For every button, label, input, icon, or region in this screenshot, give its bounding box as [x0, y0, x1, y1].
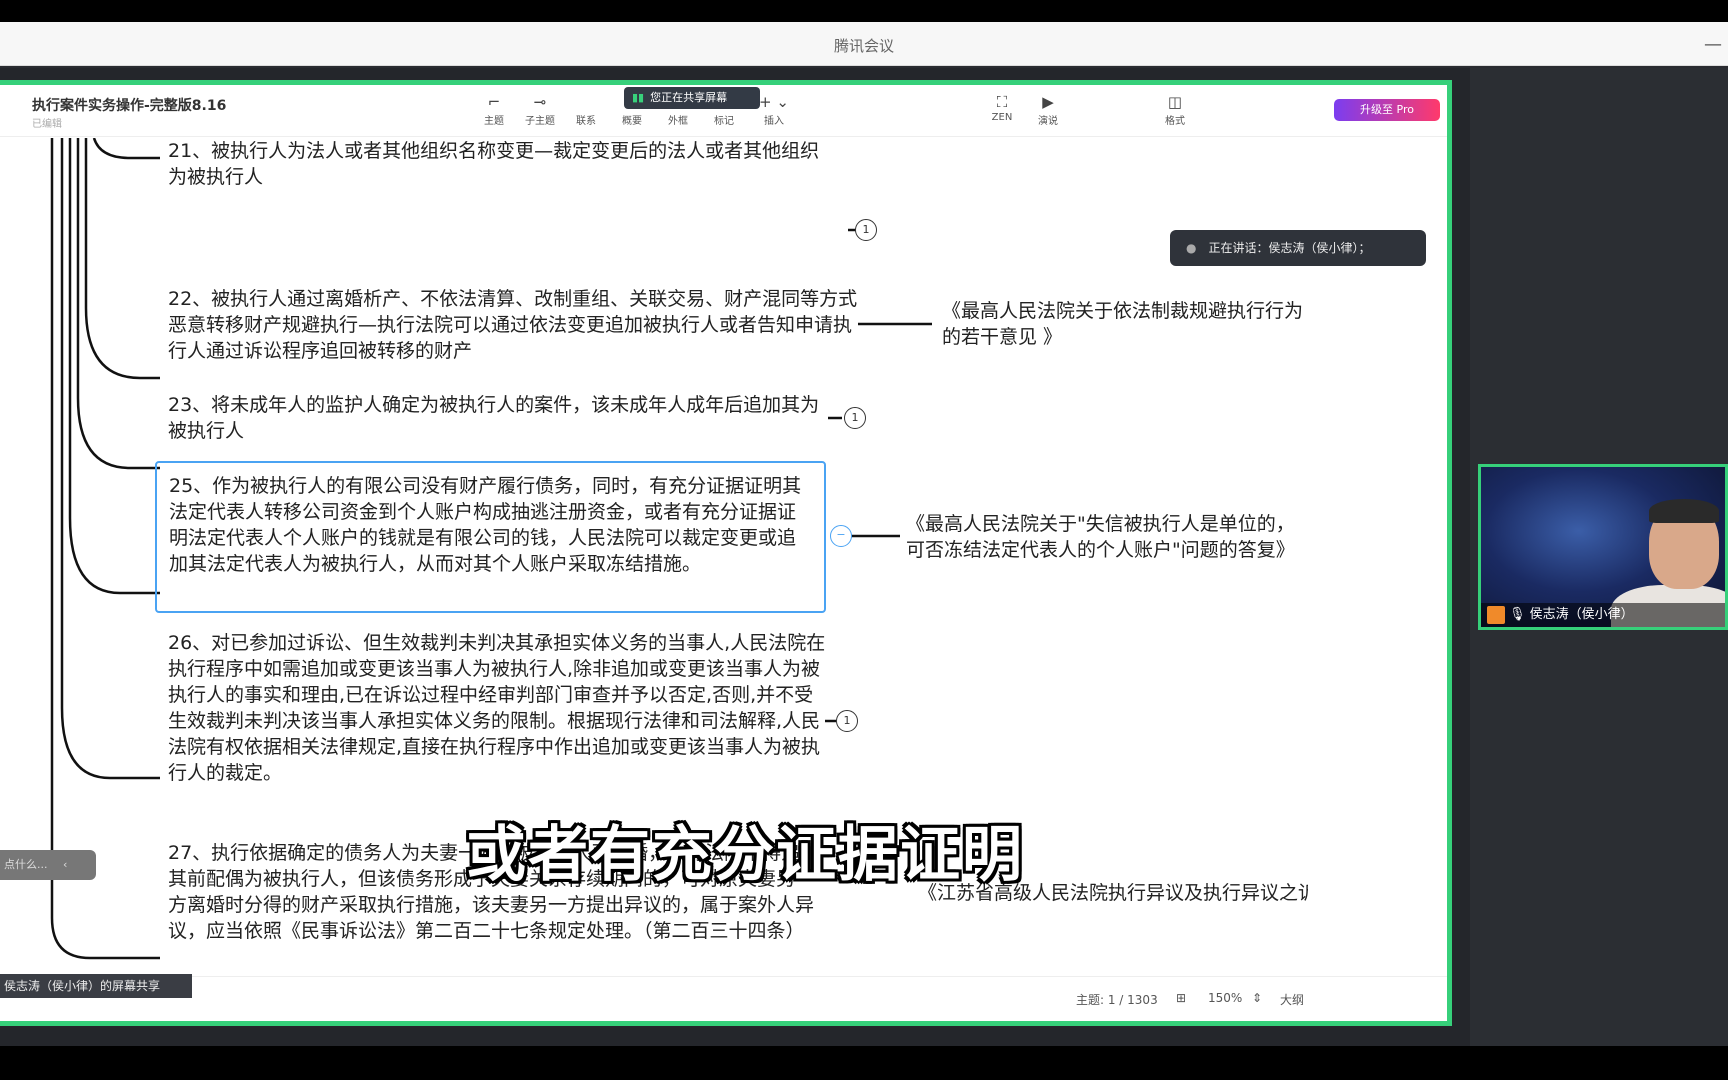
status-bar: 主题: 1 / 1303 ⊞ 150% ⇕ 大纲 [0, 976, 1447, 1018]
meeting-title: 腾讯会议 [833, 37, 894, 55]
topic-node-25-selected[interactable]: 25、作为被执行人的有限公司没有财产履行债务，同时，有充分证据证明其法定代表人转… [155, 461, 826, 613]
upgrade-pro-button[interactable]: 升级至 Pro [1334, 99, 1440, 121]
left-chip[interactable]: 点什么... ‹ [0, 850, 96, 880]
chevron-left-icon[interactable]: ‹ [63, 858, 67, 871]
speaking-indicator: ● 正在讲话：侯志涛（侯小律）； [1170, 230, 1426, 266]
zen-button[interactable]: ⛶ ZEN [980, 92, 1024, 123]
format-button[interactable]: ◫ 格式 [1153, 92, 1197, 127]
reference-node-22[interactable]: 《最高人民法院关于依法制裁规避执行行为的若干意见 》 [942, 298, 1312, 350]
relation-icon [564, 92, 608, 112]
bottom-letterbox [0, 1046, 1728, 1080]
zoom-stepper-icon[interactable]: ⇕ [1252, 991, 1262, 1005]
sharing-indicator[interactable]: ▮▮ 您正在共享屏幕 [624, 87, 760, 109]
participant-panel: 🎙 侯志涛（侯小律） [1470, 68, 1728, 1046]
document-title: 执行案件实务操作-完整版8.16 [32, 98, 227, 114]
collapse-badge[interactable]: 1 [836, 710, 858, 732]
signal-icon: ▮▮ [632, 91, 645, 104]
reference-node-25[interactable]: 《最高人民法院关于"失信被执行人是单位的，可否冻结法定代表人的个人账户"问题的答… [906, 511, 1306, 563]
video-subtitle: 或者有充分证据证明 [466, 820, 1024, 890]
screen-share-area: 执行案件实务操作-完整版8.16 已编辑 ⌐ 主题 ⊸ 子主题 联系 概要 外框… [0, 68, 1470, 1046]
collapse-badge[interactable]: 1 [855, 219, 877, 241]
participant-hair [1649, 499, 1719, 523]
topic-count: 主题: 1 / 1303 [1076, 993, 1158, 1007]
topic-icon: ⌐ [487, 93, 501, 111]
relation-button[interactable]: 联系 [564, 92, 608, 127]
document-status: 已编辑 [32, 119, 62, 130]
participant-name-bar: 🎙 侯志涛（侯小律） [1481, 603, 1725, 627]
outline-button[interactable]: 大纲 [1280, 991, 1304, 1008]
minimize-icon[interactable]: — [1704, 34, 1722, 55]
format-icon: ◫ [1167, 93, 1183, 111]
zoom-level[interactable]: 150% [1208, 991, 1242, 1005]
topic-node-26[interactable]: 26、对已参加过诉讼、但生效裁判未判决其承担实体义务的当事人,人民法院在执行程序… [168, 630, 828, 786]
topic-button[interactable]: ⌐ 主题 [472, 92, 516, 127]
collapse-badge[interactable]: 1 [844, 407, 866, 429]
topic-node-22[interactable]: 22、被执行人通过离婚析产、不依法清算、改制重组、关联交易、财产混同等方式恶意转… [168, 286, 858, 364]
topic-node-23[interactable]: 23、将未成年人的监护人确定为被执行人的案件，该未成年人成年后追加其为被执行人 [168, 392, 828, 444]
avatar-icon [1487, 605, 1505, 624]
map-icon[interactable]: ⊞ [1176, 991, 1186, 1005]
collapse-minus-icon[interactable]: − [830, 525, 852, 547]
topic-node-21[interactable]: 21、被执行人为法人或者其他组织名称变更—裁定变更后的法人或者其他组织为被执行人 [168, 138, 838, 190]
meeting-titlebar: 腾讯会议 — [0, 22, 1728, 66]
participant-video[interactable]: 🎙 侯志涛（侯小律） [1478, 464, 1728, 630]
present-button[interactable]: ▶ 演说 [1026, 92, 1070, 127]
mic-icon: 🎙 [1509, 607, 1526, 622]
subtopic-button[interactable]: ⊸ 子主题 [518, 92, 562, 127]
mic-icon: ● [1186, 241, 1197, 255]
app-toolbar: 执行案件实务操作-完整版8.16 已编辑 ⌐ 主题 ⊸ 子主题 联系 概要 外框… [0, 85, 1447, 137]
participant-name: 侯志涛（侯小律） [1529, 607, 1634, 622]
present-icon: ▶ [1042, 93, 1054, 111]
share-owner-label: 侯志涛（侯小律）的屏幕共享 [0, 974, 192, 998]
subtopic-icon: ⊸ [533, 93, 547, 111]
zen-icon: ⛶ [996, 93, 1008, 111]
